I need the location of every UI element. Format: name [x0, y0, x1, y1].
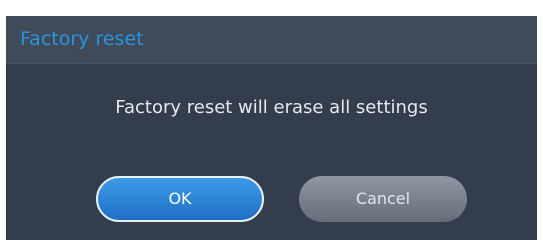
dialog-title: Factory reset	[20, 28, 144, 50]
dialog-message: Factory reset will erase all settings	[115, 97, 428, 118]
dialog-header: Factory reset	[6, 16, 537, 64]
ok-button[interactable]: OK	[96, 176, 264, 222]
cancel-button[interactable]: Cancel	[299, 176, 467, 222]
factory-reset-dialog: Factory reset Factory reset will erase a…	[6, 16, 537, 240]
